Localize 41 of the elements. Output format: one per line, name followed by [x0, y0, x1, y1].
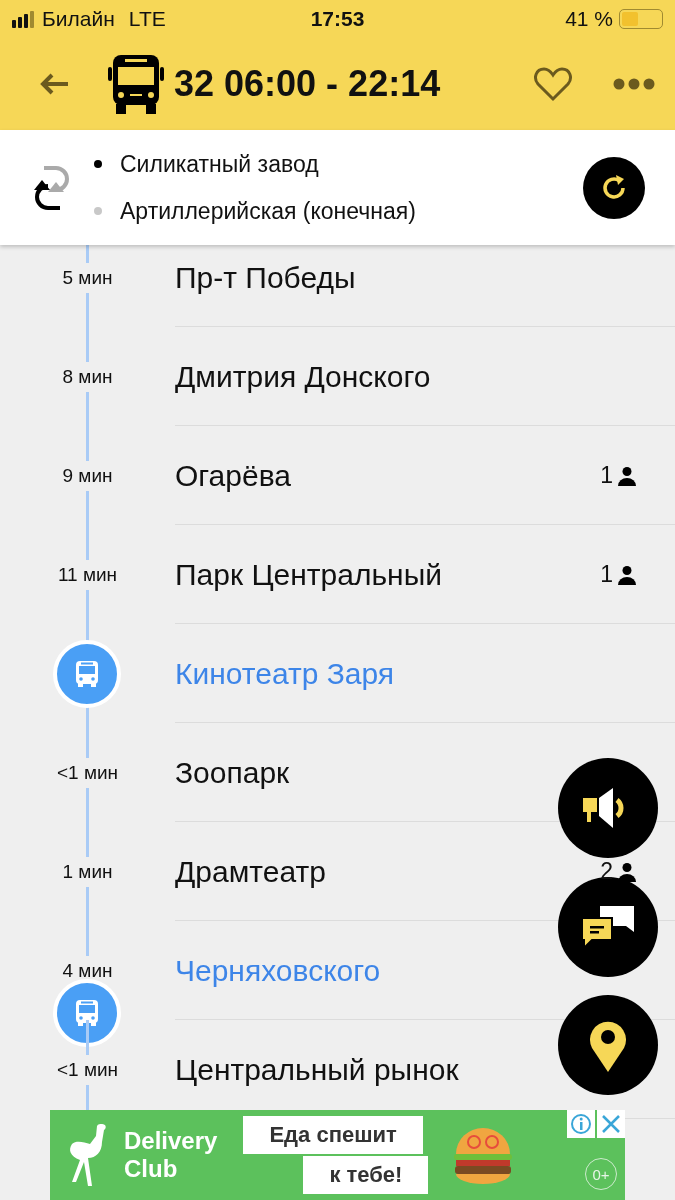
info-button[interactable]: [567, 1110, 595, 1138]
direction-stop[interactable]: Артиллерийская (конечная): [120, 197, 416, 225]
bus-icon: [108, 53, 164, 115]
arrival-time: 1 мин: [62, 856, 113, 887]
arrival-time: <1 мин: [56, 1054, 119, 1085]
favorite-button[interactable]: [533, 66, 573, 102]
stop-name[interactable]: Дмитрия Донского: [175, 359, 675, 394]
direction-stop[interactable]: Силикатный завод: [120, 150, 319, 178]
arrival-time: 11 мин: [57, 559, 118, 590]
stop-name[interactable]: Парк Центральный: [175, 557, 601, 592]
stop-name[interactable]: Зоопарк: [175, 755, 675, 790]
passenger-count: 1: [600, 462, 613, 489]
stop-name[interactable]: Огарёва: [175, 458, 601, 493]
arrival-time: 9 мин: [62, 460, 113, 491]
stop-name[interactable]: Драмтеатр: [175, 854, 601, 889]
arrival-time: 5 мин: [62, 262, 113, 293]
brand-name: Club: [124, 1155, 179, 1183]
passenger-count: 1: [600, 561, 613, 588]
person-icon: [617, 465, 637, 486]
battery-icon: [619, 9, 663, 29]
route-title: 32 06:00 - 22:14: [174, 63, 441, 105]
ad-slogan: к тебе!: [303, 1156, 429, 1194]
signal-icon: [12, 10, 34, 28]
back-button[interactable]: [40, 73, 70, 95]
arrival-time: <1 мин: [56, 757, 119, 788]
arrival-time: 8 мин: [62, 361, 113, 392]
ad-slogan: Еда спешит: [243, 1116, 423, 1154]
battery-percent: 41 %: [565, 7, 613, 31]
person-icon: [617, 861, 637, 882]
more-button[interactable]: [613, 78, 655, 90]
close-button[interactable]: [597, 1110, 625, 1138]
network-type: LTE: [128, 7, 166, 31]
ad-banner[interactable]: Delivery Club Еда спешит к тебе! 0+: [50, 1110, 625, 1200]
bus-icon: [74, 659, 100, 688]
bus-icon: [74, 998, 100, 1027]
stop-name[interactable]: Пр-т Победы: [175, 260, 675, 295]
brand-name: Delivery: [124, 1127, 218, 1155]
carrier-name: Билайн: [42, 7, 115, 31]
person-icon: [617, 564, 637, 585]
clock: 17:53: [310, 7, 365, 31]
stop-name[interactable]: Центральный рынок: [175, 1052, 675, 1087]
